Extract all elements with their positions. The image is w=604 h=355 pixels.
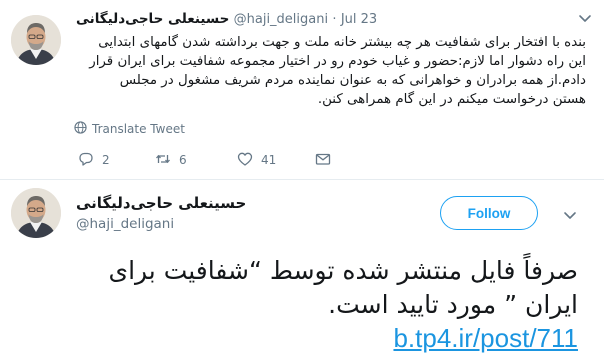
retweet-count: 6 (179, 153, 187, 167)
like-count: 41 (261, 153, 277, 167)
reply-button[interactable]: 2 (78, 150, 110, 170)
chevron-down-icon[interactable] (562, 207, 578, 223)
retweet-button[interactable]: 6 (155, 150, 187, 170)
like-button[interactable]: 41 (237, 150, 276, 170)
tweet-date[interactable]: Jul 23 (341, 12, 377, 27)
tweet-header: حسینعلی حاجی‌دلیگانی @haji_deligani · Ju… (76, 9, 566, 29)
translate-label: Translate Tweet (92, 122, 185, 136)
chevron-down-icon[interactable] (577, 10, 593, 26)
tweet-actions: 2 6 41 (78, 150, 338, 170)
reply-count: 2 (102, 153, 110, 167)
globe-icon (74, 121, 87, 137)
message-icon (315, 151, 331, 170)
tweet-text-line: ایران ” مورد تایید است. (328, 290, 578, 319)
tweet-text-line: دادم.از همه برادران و خواهرانی که به عنو… (119, 73, 586, 88)
reply-icon (78, 151, 94, 170)
avatar[interactable] (11, 188, 61, 238)
meta-separator: · (332, 12, 337, 27)
author-handle[interactable]: @haji_deligani (234, 12, 328, 27)
tweet-card[interactable]: حسینعلی حاجی‌دلیگانی @haji_deligani · Ju… (0, 0, 604, 180)
direct-message-button[interactable] (315, 150, 331, 170)
author-handle[interactable]: @haji_deligani (76, 216, 174, 232)
tweet-text-line: صرفاً فایل منتشر شده توسط “شفافیت برای (108, 256, 579, 285)
retweet-icon (155, 151, 171, 170)
avatar[interactable] (11, 15, 61, 65)
post-link[interactable]: b.tp4.ir/post/711 (360, 322, 578, 354)
tweet-text-line: بنده با افتخار برای شفافیت هر چه بیشتر خ… (98, 35, 586, 50)
tweet-text: صرفاً فایل منتشر شده توسط “شفافیت برای ا… (60, 254, 579, 322)
author-name[interactable]: حسینعلی حاجی‌دلیگانی (76, 194, 246, 212)
follow-button[interactable]: Follow (440, 196, 538, 230)
author-name[interactable]: حسینعلی حاجی‌دلیگانی (76, 11, 229, 27)
translate-tweet-link[interactable]: Translate Tweet (74, 120, 185, 138)
tweet-text-line: هستن درخواست میکنم در این گام همراهی کنن… (317, 92, 586, 107)
tweet-text-line: این راه دشوار اما لازم:حضور و غیاب خودم … (89, 54, 586, 69)
tweet-text: بنده با افتخار برای شفافیت هر چه بیشتر خ… (74, 33, 586, 109)
heart-icon (237, 151, 253, 170)
